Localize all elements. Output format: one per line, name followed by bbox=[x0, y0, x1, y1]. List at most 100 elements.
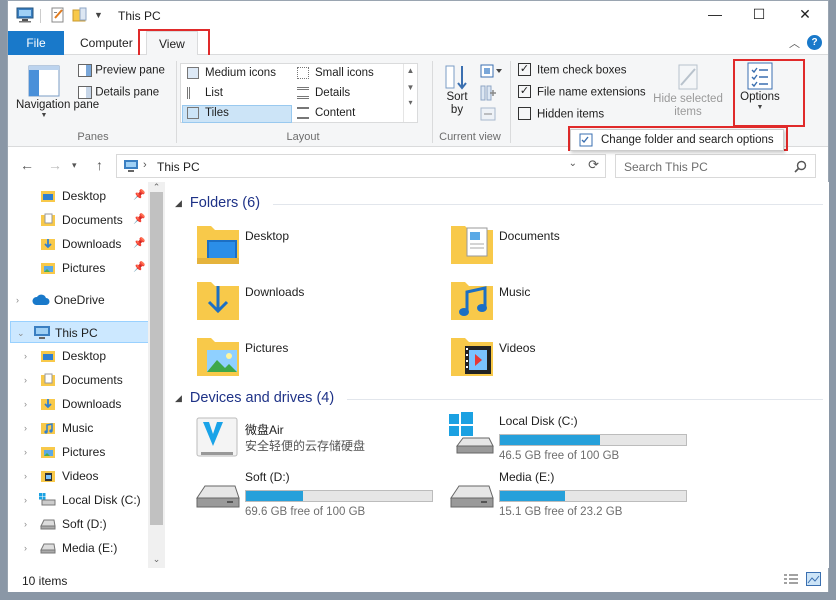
layout-list[interactable]: List bbox=[187, 87, 223, 99]
device-tile-local-disk-c[interactable]: Local Disk (C:) 46.5 GB free of 100 GB bbox=[449, 412, 689, 462]
nav-pane-scrollbar[interactable]: ⌃ ⌄ bbox=[148, 182, 165, 568]
maximize-button[interactable]: ☐ bbox=[736, 1, 782, 29]
folder-tile-pictures[interactable]: Pictures bbox=[195, 332, 435, 382]
devices-section-header[interactable]: ◢ Devices and drives (4) bbox=[175, 390, 334, 406]
device-tile-soft-d[interactable]: Soft (D:) 69.6 GB free of 100 GB bbox=[195, 468, 435, 518]
layout-content[interactable]: Content bbox=[297, 107, 355, 119]
pin-icon: 📌 bbox=[133, 214, 146, 225]
folder-tile-videos[interactable]: Videos bbox=[449, 332, 689, 382]
layout-gallery-scroll[interactable]: ▲ ▼ ▾ bbox=[403, 64, 417, 122]
new-folder-icon[interactable] bbox=[72, 7, 88, 26]
tab-file[interactable]: File bbox=[8, 31, 64, 55]
tab-view[interactable]: View bbox=[146, 31, 198, 56]
size-columns-button[interactable] bbox=[480, 107, 496, 121]
downloads-folder-icon bbox=[197, 282, 239, 320]
folder-tile-documents[interactable]: Documents bbox=[449, 220, 689, 270]
drive-usage-bar bbox=[245, 490, 433, 502]
group-by-button[interactable] bbox=[480, 63, 502, 79]
refresh-icon[interactable]: ⟳ bbox=[588, 157, 599, 173]
nav-pc-documents[interactable]: › Documents bbox=[8, 369, 148, 391]
up-arrow-icon[interactable]: ↑ bbox=[96, 157, 103, 173]
nav-pc-music[interactable]: › Music bbox=[8, 417, 148, 439]
layout-medium-icons[interactable]: Medium icons bbox=[187, 67, 276, 79]
nav-pc-soft-d[interactable]: › Soft (D:) bbox=[8, 513, 148, 535]
hidden-items-label: Hidden items bbox=[537, 108, 605, 121]
collapse-icon[interactable]: ⌄ bbox=[17, 322, 25, 344]
layout-tiles[interactable]: Tiles bbox=[187, 107, 229, 119]
collapse-section-icon[interactable]: ◢ bbox=[175, 393, 182, 403]
nav-pc-local-disk-c[interactable]: › Local Disk (C:) bbox=[8, 489, 148, 511]
layout-small-icons[interactable]: Small icons bbox=[297, 67, 374, 79]
nav-onedrive[interactable]: › OneDrive bbox=[8, 289, 148, 311]
item-check-boxes-checkbox[interactable]: ✓ bbox=[518, 63, 531, 76]
collapse-ribbon-icon[interactable]: ︿ bbox=[789, 35, 800, 51]
help-icon[interactable]: ? bbox=[807, 35, 822, 50]
expand-icon[interactable]: › bbox=[16, 289, 19, 311]
nav-quick-documents[interactable]: Documents 📌 bbox=[8, 209, 148, 231]
details-pane-label: Details pane bbox=[95, 86, 160, 99]
folder-tile-desktop[interactable]: Desktop bbox=[195, 220, 435, 270]
nav-quick-downloads[interactable]: Downloads 📌 bbox=[8, 233, 148, 255]
pictures-folder-icon bbox=[197, 338, 239, 376]
properties-icon[interactable] bbox=[50, 7, 66, 26]
details-pane-icon bbox=[78, 86, 92, 99]
nav-pc-pictures[interactable]: › Pictures bbox=[8, 441, 148, 463]
close-button[interactable]: ✕ bbox=[782, 1, 828, 29]
back-arrow-icon[interactable]: ← bbox=[20, 157, 34, 173]
sort-by-button[interactable]: Sort by bbox=[440, 63, 474, 117]
tiles-icon bbox=[187, 107, 199, 119]
hidden-items-checkbox[interactable] bbox=[518, 107, 531, 120]
folders-section-header[interactable]: ◢ Folders (6) bbox=[175, 195, 260, 211]
details-pane-button[interactable]: Details pane bbox=[78, 86, 159, 99]
layout-group-label: Layout bbox=[286, 131, 320, 143]
folder-tile-downloads[interactable]: Downloads bbox=[195, 276, 435, 326]
downloads-folder-icon bbox=[41, 399, 55, 410]
content-icon bbox=[297, 107, 309, 119]
item-check-boxes-toggle[interactable]: ✓ Item check boxes bbox=[518, 63, 626, 77]
minimize-button[interactable]: — bbox=[692, 1, 738, 29]
nav-pc-desktop[interactable]: › Desktop bbox=[8, 345, 148, 367]
file-name-extensions-checkbox[interactable]: ✓ bbox=[518, 85, 531, 98]
music-folder-icon bbox=[451, 282, 493, 320]
hidden-items-toggle[interactable]: Hidden items bbox=[518, 107, 605, 121]
tab-computer[interactable]: Computer bbox=[68, 31, 145, 55]
recent-locations-icon[interactable]: ▾ bbox=[72, 160, 77, 171]
details-view-icon[interactable] bbox=[784, 573, 798, 589]
device-tile-media-e[interactable]: Media (E:) 15.1 GB free of 23.2 GB bbox=[449, 468, 689, 518]
layout-details[interactable]: Details bbox=[297, 87, 350, 99]
documents-folder-icon bbox=[451, 226, 493, 264]
nav-quick-desktop[interactable]: Desktop 📌 bbox=[8, 185, 148, 207]
scroll-thumb[interactable] bbox=[150, 192, 163, 525]
address-row: ← → ▾ ↑ › This PC ⌄ ⟳ Search This PC bbox=[8, 151, 828, 181]
details-icon bbox=[297, 87, 309, 99]
scroll-down-icon[interactable]: ⌄ bbox=[148, 554, 165, 565]
large-icons-view-icon[interactable] bbox=[806, 572, 821, 589]
nav-this-pc[interactable]: ⌄ This PC bbox=[10, 321, 150, 343]
address-dropdown-icon[interactable]: ⌄ bbox=[569, 158, 577, 169]
nav-pc-videos[interactable]: › Videos bbox=[8, 465, 148, 487]
preview-pane-button[interactable]: Preview pane bbox=[78, 64, 165, 77]
options-button[interactable]: Options ▼ bbox=[736, 61, 784, 111]
folder-tile-music[interactable]: Music bbox=[449, 276, 689, 326]
qat-dropdown-icon[interactable]: ▼ bbox=[94, 10, 103, 20]
nav-quick-pictures[interactable]: Pictures 📌 bbox=[8, 257, 148, 279]
nav-pc-media-e[interactable]: › Media (E:) bbox=[8, 537, 148, 559]
collapse-section-icon[interactable]: ◢ bbox=[175, 198, 182, 208]
navigation-pane-button[interactable]: Navigation pane ▼ bbox=[16, 65, 99, 119]
file-name-extensions-toggle[interactable]: ✓ File name extensions bbox=[518, 85, 646, 99]
forward-arrow-icon[interactable]: → bbox=[48, 157, 62, 173]
address-path[interactable]: This PC bbox=[157, 160, 200, 174]
hide-selected-items-button[interactable]: Hide selected items bbox=[652, 63, 724, 119]
ribbon-tabs: File Computer View ︿ ? bbox=[8, 31, 828, 56]
search-input[interactable]: Search This PC bbox=[615, 154, 816, 178]
navigation-pane: Desktop 📌 Documents 📌 Downloads 📌 Pictur… bbox=[8, 182, 165, 568]
drive-icon bbox=[450, 485, 494, 508]
add-columns-button[interactable] bbox=[480, 85, 496, 101]
this-pc-icon[interactable] bbox=[16, 7, 34, 26]
device-tile-weipan-air[interactable]: 微盘Air 安全轻便的云存储硬盘 bbox=[195, 416, 435, 466]
nav-pc-downloads[interactable]: › Downloads bbox=[8, 393, 148, 415]
change-folder-search-options-menu-item[interactable]: Change folder and search options bbox=[570, 129, 784, 151]
change-folder-search-options-label: Change folder and search options bbox=[601, 134, 774, 146]
search-icon bbox=[794, 160, 807, 173]
address-bar[interactable]: › This PC ⌄ ⟳ bbox=[116, 154, 606, 178]
